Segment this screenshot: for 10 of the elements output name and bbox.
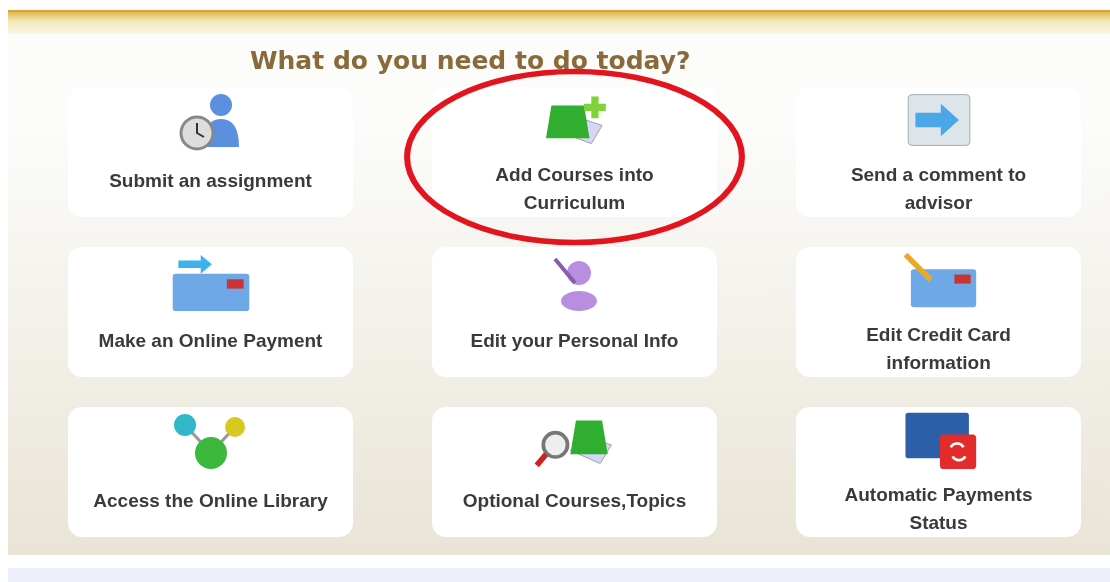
task-link[interactable]: Edit Credit Card information: [796, 247, 1081, 377]
task-link[interactable]: Automatic Payments Status: [796, 407, 1081, 537]
task-link[interactable]: Add Courses into Curriculum: [432, 87, 717, 217]
page-heading: What do you need to do today?: [250, 46, 692, 75]
task-link[interactable]: Optional Courses,Topics: [432, 407, 717, 537]
task-link[interactable]: Send a comment to advisor: [796, 87, 1081, 217]
task-link[interactable]: Access the Online Library: [68, 407, 353, 537]
task-link[interactable]: Submit an assignment: [68, 87, 353, 217]
task-link[interactable]: Edit your Personal Info: [432, 247, 717, 377]
task-link[interactable]: Make an Online Payment: [68, 247, 353, 377]
